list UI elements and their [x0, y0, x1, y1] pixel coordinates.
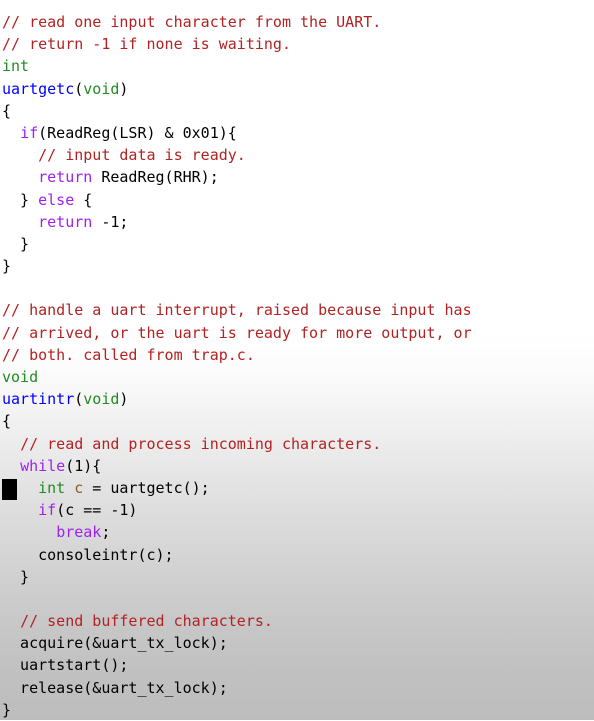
code-token-cmt: // input data is ready.: [38, 146, 246, 165]
code-line: // return -1 if none is waiting.: [2, 33, 594, 55]
code-token-cmt: // handle a uart interrupt, raised becau…: [2, 301, 472, 320]
code-line: release(&uart_tx_lock);: [2, 677, 594, 699]
code-line: }: [2, 566, 594, 588]
code-token-pl: }: [2, 567, 30, 586]
code-line: uartgetc(void): [2, 78, 594, 100]
code-token-kw: while: [20, 456, 66, 475]
code-token-fn: uartintr: [2, 390, 75, 409]
code-token-pl: (: [74, 79, 84, 98]
code-token-cmt: // read and process incoming characters.: [20, 434, 382, 453]
code-token-typ: void: [83, 390, 120, 409]
code-token-cmt: // both. called from trap.c.: [2, 345, 255, 364]
code-token-kw: break: [56, 523, 102, 542]
code-line: // read and process incoming characters.: [2, 433, 594, 455]
code-line: // input data is ready.: [2, 144, 594, 166]
code-line: {: [2, 100, 594, 122]
code-token-pl: {: [2, 101, 12, 120]
code-token-fn: uartgetc: [2, 79, 75, 98]
code-token-pl: {: [2, 412, 12, 431]
code-token-pl: acquire(&uart_tx_lock);: [2, 634, 228, 653]
code-line: } else {: [2, 189, 594, 211]
code-token-cmt: // send buffered characters.: [20, 612, 273, 631]
code-line: while(1){: [2, 455, 594, 477]
code-line: {: [2, 410, 594, 432]
code-line: acquire(&uart_tx_lock);: [2, 632, 594, 654]
code-line: // both. called from trap.c.: [2, 344, 594, 366]
code-token-cmt: // return -1 if none is waiting.: [2, 35, 291, 54]
code-token-pl: (: [74, 390, 84, 409]
code-token-pl: (ReadReg(LSR) & 0x01){: [38, 123, 237, 142]
code-token-typ: void: [2, 368, 39, 386]
code-token-pl: consoleintr(c);: [2, 545, 174, 564]
code-token-pl: ReadReg(RHR);: [92, 168, 219, 187]
code-line: uartstart();: [2, 654, 594, 676]
code-line: }: [2, 699, 594, 721]
code-line: return ReadReg(RHR);: [2, 166, 594, 188]
code-token-typ: void: [83, 79, 120, 98]
code-token-cmt: // arrived, or the uart is ready for mor…: [2, 323, 472, 342]
code-token-kw: if: [38, 501, 57, 520]
code-token-pl: (c == -1): [56, 501, 138, 520]
code-token-pl: release(&uart_tx_lock);: [2, 678, 228, 697]
code-token-pl: {: [74, 190, 93, 209]
code-line: // send buffered characters.: [2, 610, 594, 632]
code-token-kw: else: [38, 190, 75, 209]
code-token-typ: int: [2, 57, 30, 76]
code-line: void: [2, 366, 594, 388]
code-line: // handle a uart interrupt, raised becau…: [2, 299, 594, 321]
code-line: }: [2, 233, 594, 255]
code-line: if(ReadReg(LSR) & 0x01){: [2, 122, 594, 144]
code-token-pl: uartstart();: [2, 656, 129, 675]
code-token-pl: -1;: [92, 212, 129, 231]
code-line: consoleintr(c);: [2, 544, 594, 566]
code-line: int c = uartgetc();: [2, 477, 594, 499]
code-token-kw: return: [38, 168, 93, 187]
code-token-kw: return: [38, 212, 93, 231]
code-token-var: c: [74, 478, 84, 497]
code-token-pl: }: [2, 257, 12, 276]
code-token-typ: int: [38, 478, 66, 497]
code-token-pl: = uartgetc();: [83, 478, 210, 497]
code-token-pl: }: [2, 234, 30, 253]
code-line: ​: [2, 277, 594, 299]
source-code-text[interactable]: // read one input character from the UAR…: [2, 11, 594, 721]
code-token-pl: (1){: [65, 456, 102, 475]
code-line: return -1;: [2, 211, 594, 233]
code-line: uartintr(void): [2, 388, 594, 410]
code-token-pl: }: [2, 190, 39, 209]
code-token-pl: ;: [101, 523, 111, 542]
code-token-pl: ): [119, 79, 129, 98]
code-line: if(c == -1): [2, 499, 594, 521]
code-line: int: [2, 55, 594, 77]
code-token-pl: }: [2, 700, 12, 719]
text-cursor-block: [2, 479, 17, 500]
code-line: }: [2, 255, 594, 277]
code-line: break;: [2, 521, 594, 543]
code-token-cmt: // read one input character from the UAR…: [2, 13, 382, 31]
code-line: // read one input character from the UAR…: [2, 11, 594, 33]
code-editor-buffer[interactable]: // read one input character from the UAR…: [0, 0, 594, 720]
code-token-pl: ): [119, 390, 129, 409]
code-token-kw: if: [20, 123, 39, 142]
code-line: ​: [2, 588, 594, 610]
code-line: // arrived, or the uart is ready for mor…: [2, 322, 594, 344]
